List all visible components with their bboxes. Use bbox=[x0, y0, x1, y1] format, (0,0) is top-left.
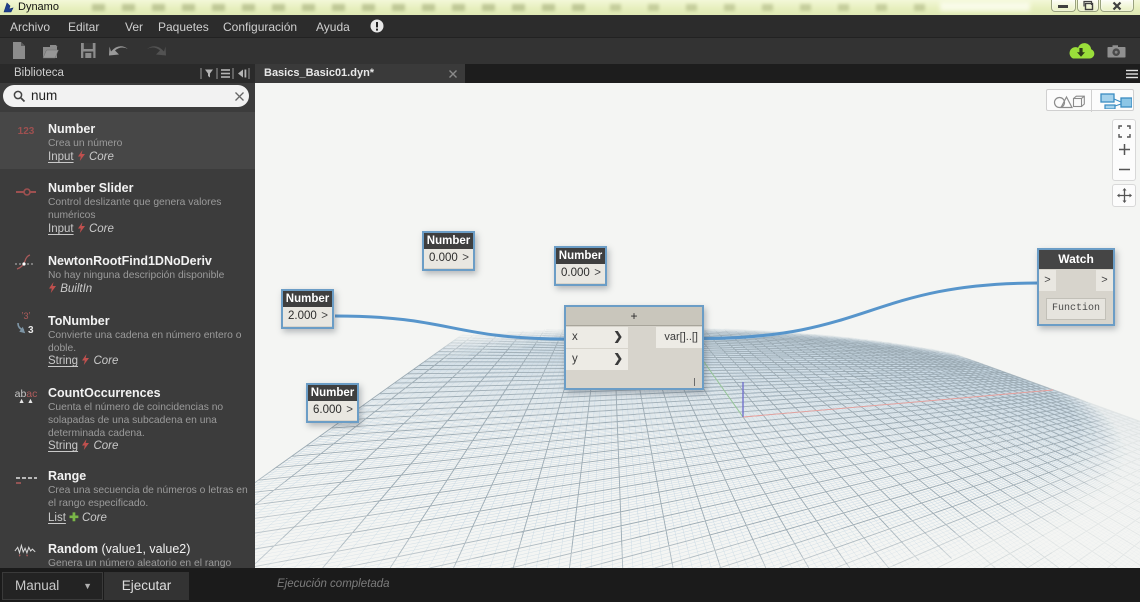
svg-text:3: 3 bbox=[28, 325, 34, 334]
